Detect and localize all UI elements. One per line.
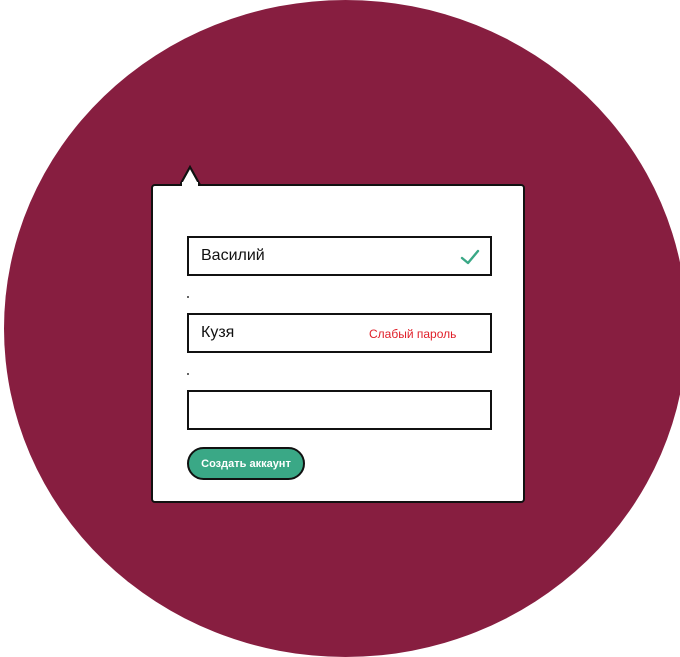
- card-pointer-overlay: [180, 165, 201, 187]
- create-account-button[interactable]: Создать аккаунт: [187, 447, 305, 480]
- check-icon: [460, 249, 480, 265]
- divider-mark: [187, 373, 189, 375]
- password-field-value: Кузя: [201, 324, 235, 341]
- confirm-field[interactable]: [187, 390, 492, 430]
- name-field-value: Василий: [201, 247, 265, 264]
- name-field[interactable]: Василий: [187, 236, 492, 276]
- divider-mark: [187, 296, 189, 298]
- password-error: Слабый пароль: [369, 327, 457, 341]
- password-field[interactable]: Кузя Слабый пароль: [187, 313, 492, 353]
